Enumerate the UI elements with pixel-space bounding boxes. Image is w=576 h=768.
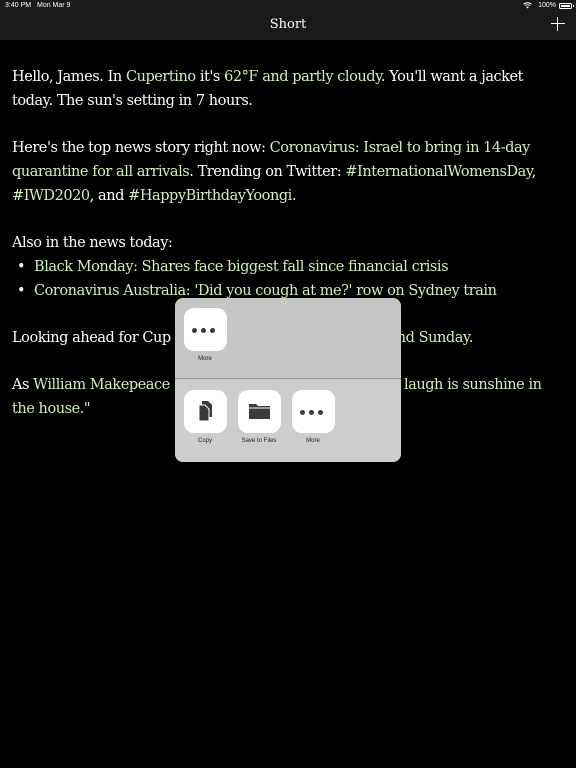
copy-button[interactable]: Copy xyxy=(179,390,231,444)
battery-percent: 100% xyxy=(538,2,556,9)
news-item-link[interactable]: Black Monday: Shares face biggest fall s… xyxy=(34,259,449,275)
also-heading: Also in the news today: xyxy=(12,235,173,251)
copy-tile[interactable] xyxy=(183,390,227,433)
more-icon xyxy=(299,410,327,415)
news-list: Black Monday: Shares face biggest fall s… xyxy=(12,255,564,303)
status-bar: 3:40 PM Mon Mar 9 100% xyxy=(0,0,576,12)
news-paragraph: Here's the top news story right now: Cor… xyxy=(12,136,564,208)
quote-text: As xyxy=(12,377,34,393)
save-to-files-button[interactable]: Save to Files xyxy=(233,390,285,444)
news-text: . Trending on Twitter: xyxy=(189,164,346,180)
weather-link[interactable]: 62°F and partly cloudy xyxy=(224,69,381,85)
add-button[interactable] xyxy=(550,16,566,32)
news-text: , and xyxy=(89,188,129,204)
action-label: More xyxy=(198,356,212,362)
weekend-link[interactable]: nd Sunday. xyxy=(397,330,474,346)
save-to-files-tile[interactable] xyxy=(237,390,281,433)
status-time: 3:40 PM xyxy=(5,2,32,9)
more-icon xyxy=(191,328,219,333)
more-button[interactable]: More xyxy=(179,308,231,362)
greeting-text: Hello, James. In xyxy=(12,69,126,85)
folder-icon xyxy=(248,404,270,419)
news-text: Here's the top news story right now: xyxy=(12,140,270,156)
status-date: Mon Mar 9 xyxy=(37,2,71,9)
hashtag-link[interactable]: #HappyBirthdayYoongi xyxy=(128,188,292,204)
share-row-top: More xyxy=(175,298,401,379)
news-item-link[interactable]: Coronavirus Australia: 'Did you cough at… xyxy=(34,283,497,299)
copy-icon xyxy=(198,401,212,422)
share-row-bottom: Copy Save to Files More xyxy=(175,380,401,462)
more-button[interactable]: More xyxy=(287,390,339,444)
list-item[interactable]: Black Monday: Shares face biggest fall s… xyxy=(12,255,564,279)
greeting-text: it's xyxy=(195,69,225,85)
nav-bar: Short xyxy=(0,12,576,40)
hashtag-link[interactable]: #IWD2020 xyxy=(12,188,90,204)
greeting-paragraph: Hello, James. In Cupertino it's 62°F and… xyxy=(12,65,564,113)
news-text: . xyxy=(291,188,297,204)
looking-ahead-start: Looking ahead for Cup xyxy=(12,330,171,346)
share-sheet: More Copy Save to Files More xyxy=(175,298,401,462)
wifi-icon xyxy=(523,2,532,9)
battery-icon xyxy=(559,3,574,9)
author-link[interactable]: William Makepeace xyxy=(33,377,170,393)
action-label: More xyxy=(306,438,320,444)
city-link[interactable]: Cupertino xyxy=(126,69,196,85)
news-text: , xyxy=(531,164,537,180)
more-tile[interactable] xyxy=(291,390,335,433)
action-label: Save to Files xyxy=(241,438,277,444)
action-label: Copy xyxy=(197,438,212,444)
more-tile[interactable] xyxy=(183,308,227,351)
hashtag-link[interactable]: #InternationalWomensDay xyxy=(345,164,532,180)
nav-title: Short xyxy=(269,17,307,32)
